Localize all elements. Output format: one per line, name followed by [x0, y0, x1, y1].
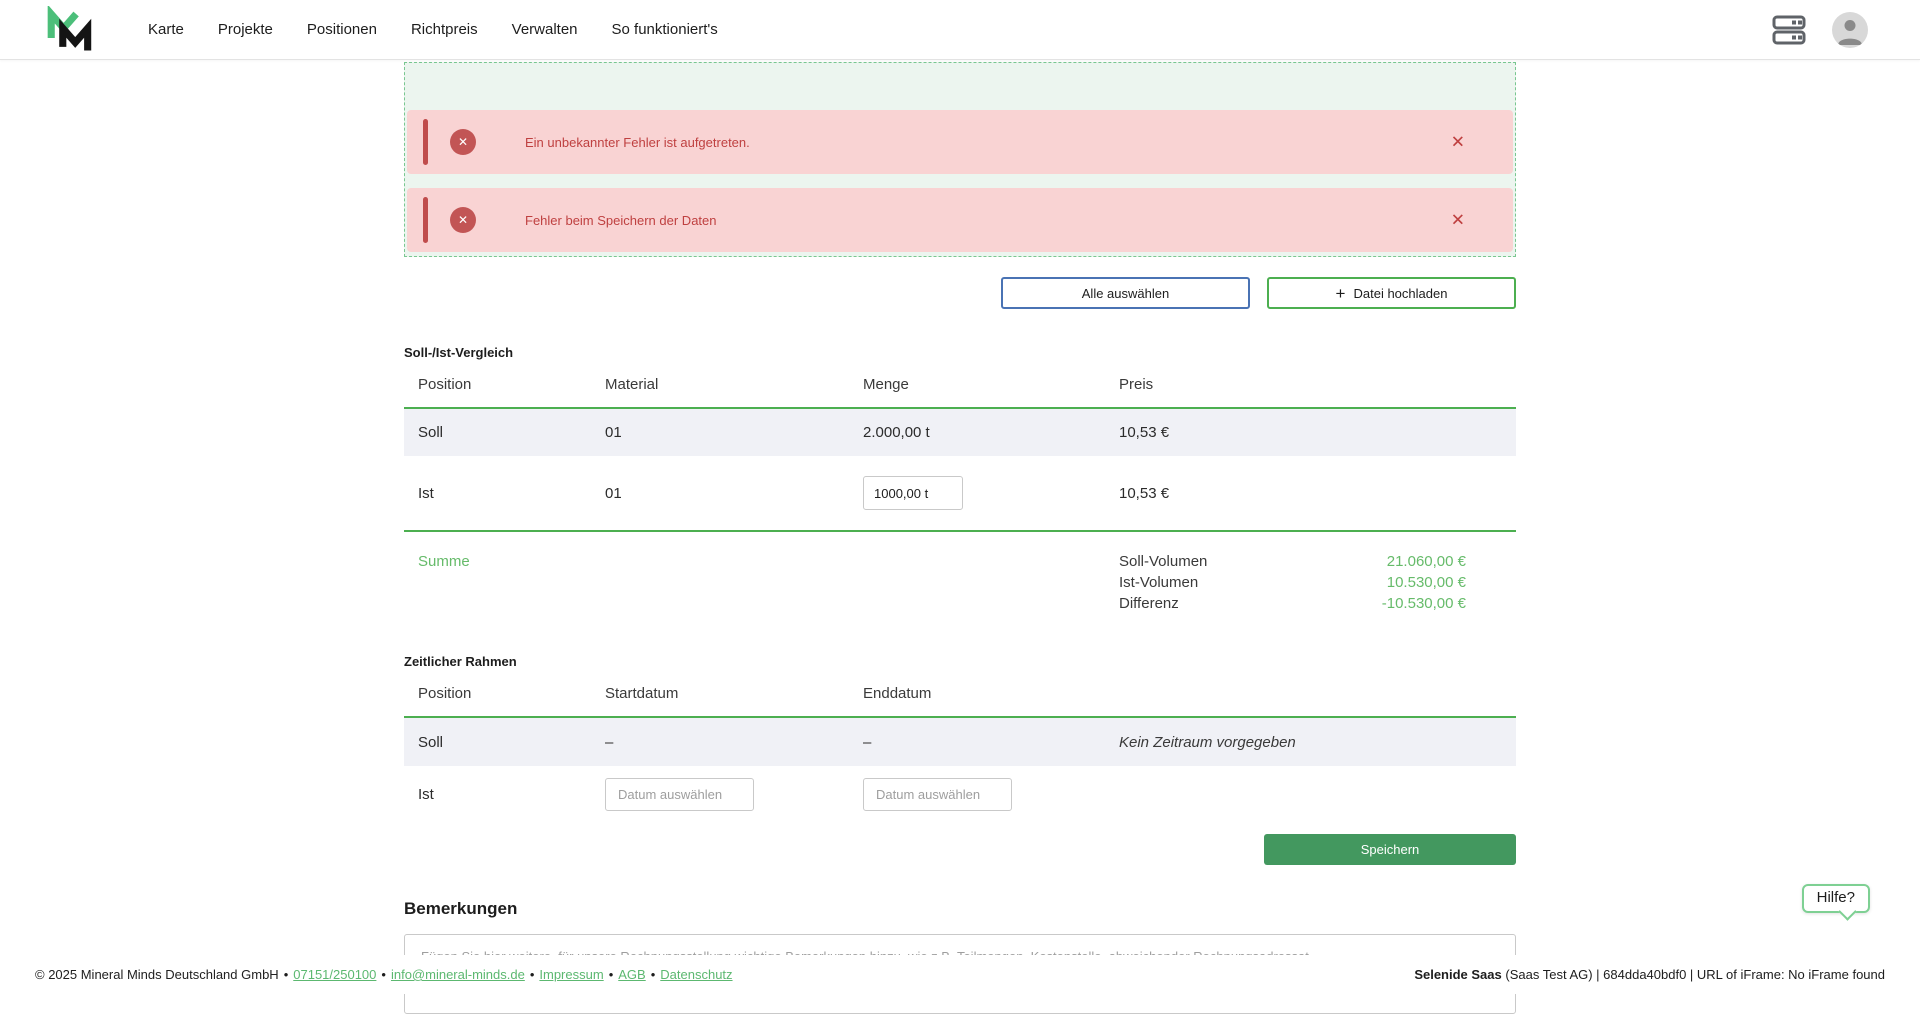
- summary-value: 21.060,00 €: [1387, 553, 1466, 570]
- env-name: Selenide Saas: [1414, 967, 1501, 982]
- footer-separator: •: [284, 967, 289, 982]
- cell-material: 01: [605, 485, 863, 502]
- select-all-label: Alle auswählen: [1082, 286, 1169, 301]
- start-date-input[interactable]: [605, 778, 754, 811]
- comparison-table-header: Position Material Menge Preis: [404, 362, 1516, 409]
- col-position: Position: [418, 685, 605, 702]
- col-startdatum: Startdatum: [605, 685, 863, 702]
- alerts-container: ✕ Ein unbekannter Fehler ist aufgetreten…: [404, 62, 1516, 257]
- alert-message: Fehler beim Speichern der Daten: [525, 213, 717, 228]
- timeframe-note: Kein Zeitraum vorgegeben: [1119, 734, 1516, 751]
- cell-position: Soll: [418, 734, 605, 751]
- summary-line-differenz: Differenz -10.530,00 €: [1119, 595, 1466, 612]
- env-details: (Saas Test AG) | 684dda40bdf0 | URL of i…: [1502, 967, 1885, 982]
- summary-label: Ist-Volumen: [1119, 574, 1198, 591]
- close-icon[interactable]: ✕: [1451, 212, 1465, 229]
- summary-label: Soll-Volumen: [1119, 553, 1207, 570]
- cell-material: 01: [605, 424, 863, 441]
- alert-save-error: ✕ Fehler beim Speichern der Daten ✕: [407, 188, 1513, 252]
- mineral-minds-logo-icon[interactable]: [44, 6, 94, 54]
- top-navigation-bar: Karte Projekte Positionen Richtpreis Ver…: [0, 0, 1920, 60]
- footer-separator: •: [381, 967, 386, 982]
- nav-item-verwalten[interactable]: Verwalten: [512, 21, 578, 38]
- save-button[interactable]: Speichern: [1264, 834, 1516, 865]
- error-badge-icon: ✕: [450, 129, 476, 155]
- summary-row: Summe Soll-Volumen 21.060,00 € Ist-Volum…: [404, 532, 1516, 624]
- menge-input[interactable]: [863, 476, 963, 510]
- footer-left: © 2025 Mineral Minds Deutschland GmbH • …: [35, 967, 733, 982]
- timeframe-row-soll: Soll – – Kein Zeitraum vorgegeben: [404, 718, 1516, 766]
- cell-preis: 10,53 €: [1119, 424, 1516, 441]
- server-stack-icon[interactable]: [1772, 12, 1806, 48]
- cell-menge: [863, 476, 1119, 510]
- summary-line-ist-volumen: Ist-Volumen 10.530,00 €: [1119, 574, 1466, 591]
- end-date-input[interactable]: [863, 778, 1012, 811]
- cell-preis: 10,53 €: [1119, 485, 1516, 502]
- phone-link[interactable]: 07151/250100: [293, 967, 376, 982]
- nav-item-projekte[interactable]: Projekte: [218, 21, 273, 38]
- alert-accent-bar: [423, 119, 428, 165]
- close-icon[interactable]: ✕: [1451, 134, 1465, 151]
- nav-item-so-funktionierts[interactable]: So funktioniert's: [612, 21, 718, 38]
- timeframe-row-ist: Ist: [404, 766, 1516, 822]
- datenschutz-link[interactable]: Datenschutz: [660, 967, 732, 982]
- alert-accent-bar: [423, 197, 428, 243]
- cell-position: Ist: [418, 485, 605, 502]
- user-avatar[interactable]: [1832, 12, 1868, 48]
- col-position: Position: [418, 376, 605, 393]
- footer: © 2025 Mineral Minds Deutschland GmbH • …: [0, 955, 1920, 994]
- footer-separator: •: [651, 967, 656, 982]
- col-preis: Preis: [1119, 376, 1516, 393]
- cell-position: Soll: [418, 424, 605, 441]
- col-menge: Menge: [863, 376, 1119, 393]
- cell-startdatum: [605, 778, 863, 811]
- actions-row: Alle auswählen + Datei hochladen: [404, 277, 1516, 309]
- comparison-title: Soll-/Ist-Vergleich: [404, 345, 1516, 360]
- nav-item-karte[interactable]: Karte: [148, 21, 184, 38]
- cell-enddatum: –: [863, 734, 1119, 751]
- table-row-soll: Soll 01 2.000,00 t 10,53 €: [404, 409, 1516, 456]
- footer-separator: •: [530, 967, 535, 982]
- footer-env-info: Selenide Saas (Saas Test AG) | 684dda40b…: [1414, 967, 1885, 982]
- cell-position: Ist: [418, 786, 605, 803]
- cell-menge: 2.000,00 t: [863, 424, 1119, 441]
- col-enddatum: Enddatum: [863, 685, 1119, 702]
- footer-separator: •: [609, 967, 614, 982]
- copyright-text: © 2025 Mineral Minds Deutschland GmbH: [35, 967, 279, 982]
- col-material: Material: [605, 376, 863, 393]
- timeframe-title: Zeitlicher Rahmen: [404, 654, 1516, 669]
- upload-file-button[interactable]: + Datei hochladen: [1267, 277, 1516, 309]
- email-link[interactable]: info@mineral-minds.de: [391, 967, 525, 982]
- summary-line-soll-volumen: Soll-Volumen 21.060,00 €: [1119, 553, 1466, 570]
- timeframe-table-header: Position Startdatum Enddatum: [404, 671, 1516, 718]
- agb-link[interactable]: AGB: [618, 967, 645, 982]
- save-row: Speichern: [404, 834, 1516, 865]
- summe-label: Summe: [418, 553, 605, 570]
- summary-lines: Soll-Volumen 21.060,00 € Ist-Volumen 10.…: [1119, 553, 1516, 612]
- cell-enddatum: [863, 778, 1119, 811]
- person-icon: [1832, 12, 1868, 48]
- summary-label: Differenz: [1119, 595, 1179, 612]
- upload-file-label: Datei hochladen: [1353, 286, 1447, 301]
- plus-icon: +: [1336, 285, 1346, 302]
- impressum-link[interactable]: Impressum: [539, 967, 603, 982]
- alert-message: Ein unbekannter Fehler ist aufgetreten.: [525, 135, 750, 150]
- cell-startdatum: –: [605, 734, 863, 751]
- nav-item-positionen[interactable]: Positionen: [307, 21, 377, 38]
- remarks-title: Bemerkungen: [404, 899, 1516, 919]
- table-row-ist: Ist 01 10,53 €: [404, 456, 1516, 532]
- main-nav: Karte Projekte Positionen Richtpreis Ver…: [148, 21, 718, 38]
- nav-item-richtpreis[interactable]: Richtpreis: [411, 21, 478, 38]
- summary-value: -10.530,00 €: [1382, 595, 1466, 612]
- error-badge-icon: ✕: [450, 207, 476, 233]
- alert-unknown-error: ✕ Ein unbekannter Fehler ist aufgetreten…: [407, 110, 1513, 174]
- summary-value: 10.530,00 €: [1387, 574, 1466, 591]
- select-all-button[interactable]: Alle auswählen: [1001, 277, 1250, 309]
- help-button[interactable]: Hilfe?: [1802, 884, 1870, 913]
- main-content: ✕ Ein unbekannter Fehler ist aufgetreten…: [404, 62, 1516, 1014]
- topbar-right: [1772, 12, 1868, 48]
